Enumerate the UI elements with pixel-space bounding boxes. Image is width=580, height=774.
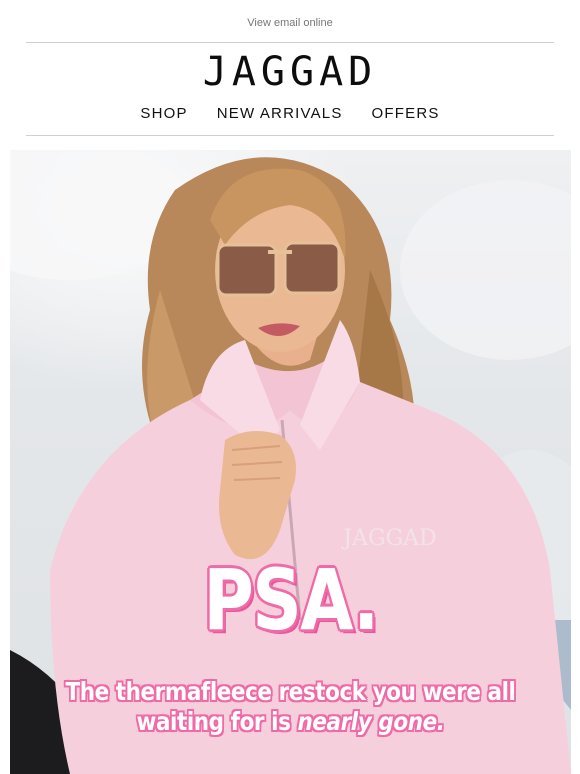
hero-banner[interactable]: JAGGAD PSA. The thermafleece restock you… [10,150,571,774]
tagline-line-1: The thermafleece restock you were all [65,677,516,706]
nav-item-new-arrivals[interactable]: NEW ARRIVALS [217,105,343,123]
tagline-line-2-prefix: waiting for is [136,707,298,736]
main-nav: SHOP NEW ARRIVALS OFFERS [0,105,580,123]
header-divider-top [26,42,554,43]
nav-item-shop[interactable]: SHOP [140,105,187,123]
brand-logo[interactable]: JAGGAD [0,48,580,96]
hero-headline: PSA. [203,551,379,649]
garment-logo-print: JAGGAD [341,526,436,551]
view-email-online-link[interactable]: View email online [0,17,580,29]
tagline-emphasis: nearly gone. [297,707,445,736]
hero-tagline: The thermafleece restock you were all wa… [49,677,531,737]
tagline-line-2: waiting for is nearly gone. [49,707,531,737]
nav-item-offers[interactable]: OFFERS [372,105,440,123]
header-divider-bottom [26,135,554,136]
